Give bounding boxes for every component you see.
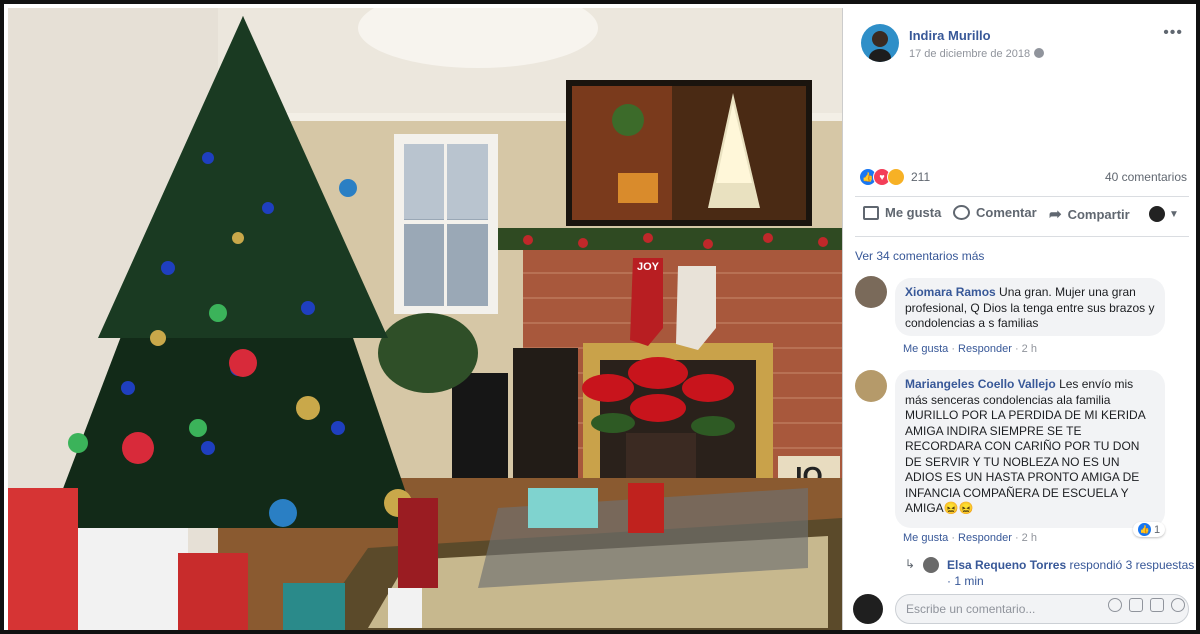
comment-like-link[interactable]: Me gusta [903, 343, 948, 355]
facebook-photo-viewer: JOY IO Indira Murillo 17 de diciembre de… [0, 0, 1200, 634]
comment-author[interactable]: Xiomara Ramos [905, 285, 996, 299]
comment-composer: Escribe un comentario... [853, 591, 1193, 627]
comment-bubble: Xiomara Ramos Una gran. Mujer una gran p… [895, 278, 1165, 336]
christmas-living-room-image: JOY IO [8, 8, 842, 630]
author-avatar[interactable] [861, 24, 899, 62]
comment-like-badge[interactable]: 👍 1 [1133, 522, 1166, 537]
comment-meta: Me gusta · Responder · 2 h [903, 532, 1037, 544]
comment-like-count: 1 [1154, 523, 1161, 536]
view-more-comments-link[interactable]: Ver 34 comentarios más [855, 249, 984, 263]
replier-avatar [923, 557, 939, 573]
comment-reply-link[interactable]: Responder [958, 532, 1012, 544]
replier-name: Elsa Requeno Torres [947, 558, 1067, 572]
view-replies-link[interactable]: Elsa Requeno Torres respondió 3 respuest… [947, 557, 1196, 589]
globe-icon [1034, 48, 1045, 58]
gif-icon[interactable] [1150, 598, 1164, 612]
commenter-avatar[interactable] [855, 276, 887, 308]
divider [855, 236, 1189, 237]
post-sidebar: Indira Murillo 17 de diciembre de 2018 •… [842, 8, 1196, 630]
comment-bubble: Mariangeles Coello Vallejo Les envío mis… [895, 370, 1165, 528]
comment-count[interactable]: 40 comentarios [1105, 170, 1187, 184]
post-date[interactable]: 17 de diciembre de 2018 [909, 48, 1045, 60]
emoji-icon[interactable] [1108, 598, 1122, 612]
person-icon [869, 31, 891, 62]
comment-bubble-icon [953, 205, 970, 220]
share-button-label: Compartir [1067, 206, 1130, 222]
reply-arrow-icon: ↳ [905, 557, 916, 571]
commenter-avatar[interactable] [855, 370, 887, 402]
comment-button[interactable]: Comentar [953, 205, 1037, 220]
like-reaction-icon: 👍 [1138, 523, 1151, 536]
reply-summary-count: 3 [1125, 558, 1133, 572]
audience-selector[interactable]: ▼ [1149, 206, 1179, 222]
share-button[interactable]: ➦ Compartir [1049, 205, 1130, 223]
share-arrow-icon: ➦ [1049, 206, 1062, 223]
post-date-text[interactable]: 17 de diciembre de 2018 [909, 48, 1030, 60]
post-author-name[interactable]: Indira Murillo [909, 28, 991, 43]
reaction-summary[interactable]: 👍 ♥ 211 [859, 168, 930, 186]
stocking-joy-text: JOY [637, 261, 660, 273]
comment-time[interactable]: 2 h [1022, 343, 1037, 355]
comment-reply-link[interactable]: Responder [958, 343, 1012, 355]
sticker-icon[interactable] [1171, 598, 1185, 612]
more-options-icon[interactable]: ••• [1163, 24, 1183, 42]
camera-icon[interactable] [1129, 598, 1143, 612]
self-avatar-small [1149, 206, 1165, 222]
sad-reaction-icon [887, 168, 905, 186]
reply-summary-text: respondió [1069, 558, 1123, 572]
comment-time[interactable]: 2 h [1022, 532, 1037, 544]
like-button-label: Me gusta [885, 205, 942, 220]
composer-icons [1108, 598, 1185, 612]
comment-button-label: Comentar [976, 205, 1037, 220]
thumbs-up-icon [863, 205, 879, 220]
post-photo[interactable]: JOY IO [8, 8, 842, 630]
reaction-count[interactable]: 211 [911, 170, 930, 184]
comment-meta: Me gusta · Responder · 2 h [903, 343, 1037, 355]
self-avatar [853, 594, 883, 624]
like-button[interactable]: Me gusta [863, 205, 941, 220]
comment-text: Les envío mis más senceras condolencias … [905, 377, 1146, 515]
divider [855, 196, 1189, 197]
comment-like-link[interactable]: Me gusta [903, 532, 948, 544]
comment-author[interactable]: Mariangeles Coello Vallejo [905, 377, 1056, 391]
chevron-down-icon: ▼ [1169, 208, 1179, 220]
